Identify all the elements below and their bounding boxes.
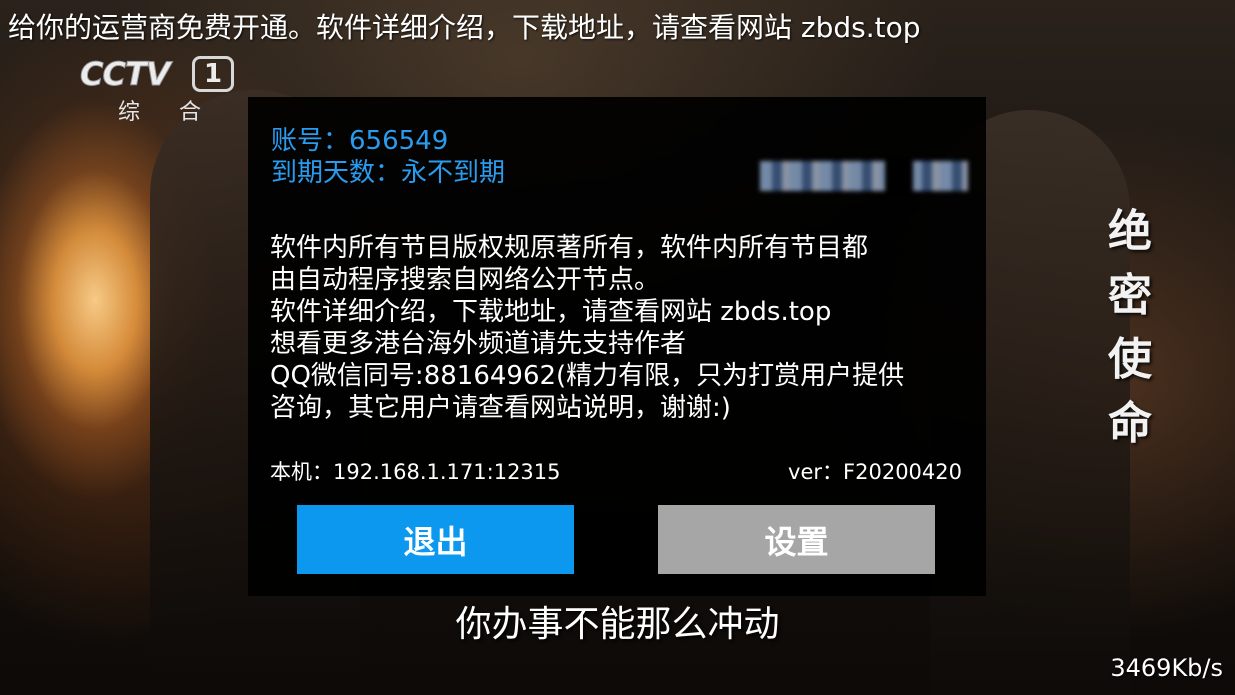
pixelated-redacted-text [760, 161, 968, 191]
channel-logo: CCTV 1 综 合 [80, 56, 240, 126]
drama-title-char: 密 [1108, 270, 1152, 321]
version-label: ver：F20200420 [788, 460, 962, 484]
channel-logo-name: 综 合 [118, 100, 217, 125]
info-dialog: 账号：656549 到期天数：永不到期 软件内所有节目版权规原著所有，软件内所有… [248, 97, 986, 596]
notice-line: 由自动程序搜索自网络公开节点。 [270, 265, 661, 295]
channel-logo-brand: CCTV [80, 55, 172, 93]
notice-line: 咨询，其它用户请查看网站说明，谢谢:) [270, 393, 731, 423]
drama-title-char: 绝 [1108, 206, 1152, 257]
scrolling-ticker: 给你的运营商免费开通。软件详细介绍，下载地址，请查看网站 zbds.top [8, 11, 921, 44]
local-host-address: 本机：192.168.1.171:12315 [270, 460, 561, 484]
drama-title-char: 使 [1108, 334, 1152, 385]
notice-line: 软件详细介绍，下载地址，请查看网站 zbds.top [270, 297, 832, 327]
video-player-screen: 给你的运营商免费开通。软件详细介绍，下载地址，请查看网站 zbds.top CC… [0, 0, 1235, 695]
notice-line: 想看更多港台海外频道请先支持作者 [270, 329, 687, 359]
account-info: 账号：656549 到期天数：永不到期 [271, 125, 505, 189]
channel-logo-number: 1 [192, 56, 234, 92]
drama-title-vertical: 绝 密 使 命 [1100, 200, 1160, 456]
settings-button[interactable]: 设置 [658, 505, 935, 574]
network-speed: 3469Kb/s [1110, 654, 1223, 682]
copyright-notice: 软件内所有节目版权规原著所有，软件内所有节目都 由自动程序搜索自网络公开节点。 … [270, 232, 970, 424]
account-number: 账号：656549 [271, 126, 449, 156]
expiry-days: 到期天数：永不到期 [271, 158, 506, 188]
exit-button[interactable]: 退出 [297, 505, 574, 574]
notice-line: QQ微信同号:88164962(精力有限，只为打赏用户提供 [270, 361, 905, 391]
notice-line: 软件内所有节目版权规原著所有，软件内所有节目都 [270, 233, 869, 263]
drama-title-char: 命 [1108, 398, 1152, 449]
video-subtitle: 你办事不能那么冲动 [455, 604, 780, 645]
